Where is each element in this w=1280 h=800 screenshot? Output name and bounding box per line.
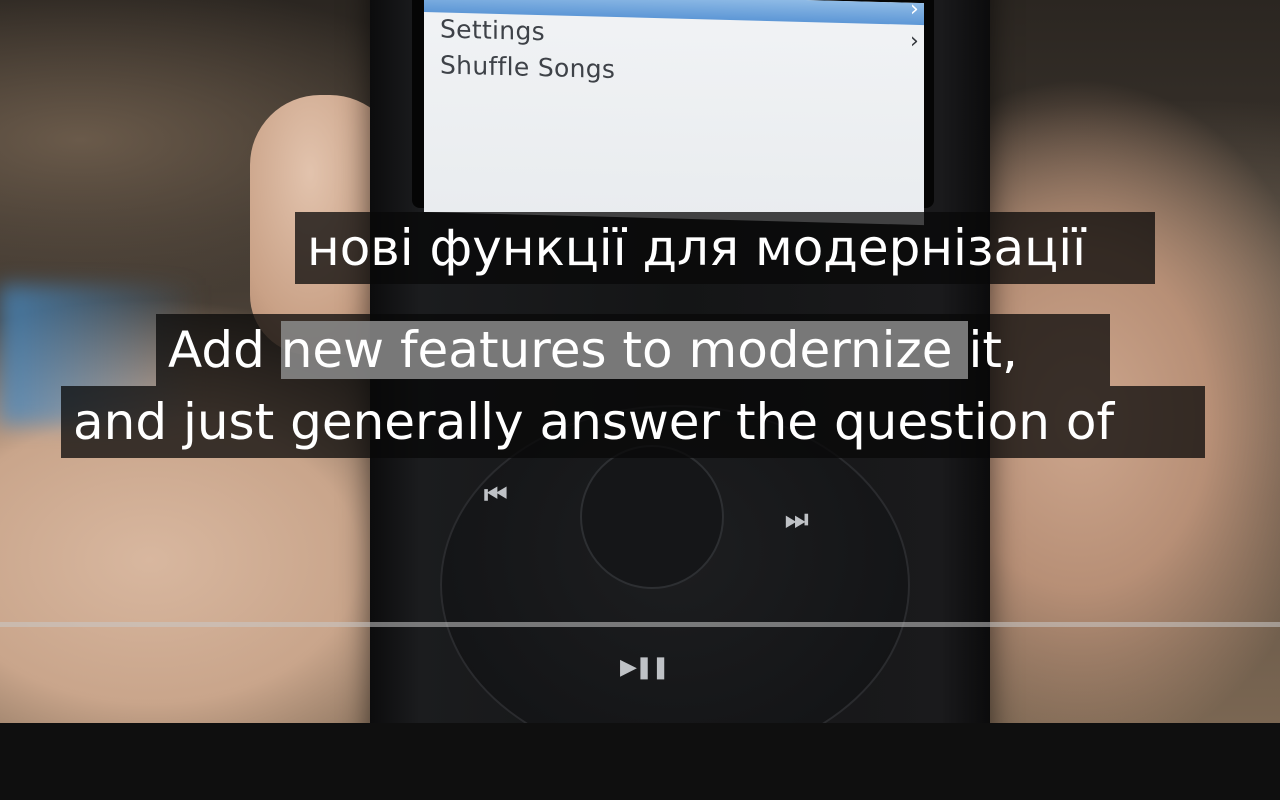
caption-text: нові функції для модернізації [307,219,1086,277]
caption-text: and just generally answer the question o… [73,393,1115,451]
caption-translated-line: нові функції для модернізації [295,212,1155,284]
caption-line-1: Add new features to modernize it, [156,314,1110,386]
caption-text: Add [168,321,281,379]
caption-highlight: new features to modernize [280,321,969,379]
video-player[interactable]: › Settings › Shuffle Songs ⏮ ⏭ ▶❚❚ нові … [0,0,1280,723]
player-control-bar [0,723,1280,800]
caption-text: it, [968,321,1018,379]
caption-line-2: and just generally answer the question o… [61,386,1205,458]
caption-overlay: нові функції для модернізації Add new fe… [0,0,1280,723]
